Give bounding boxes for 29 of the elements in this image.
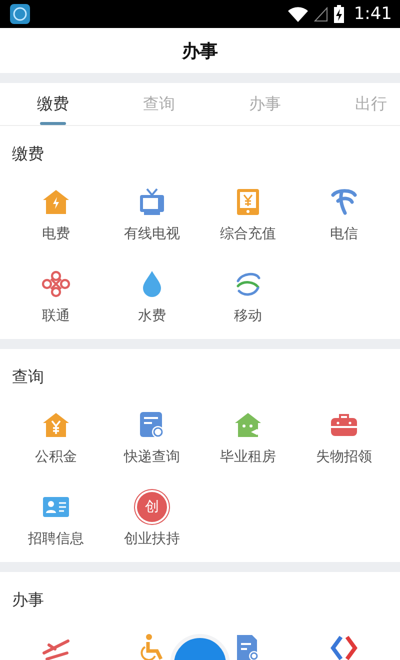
- service-label[interactable]: 招聘信息: [28, 530, 84, 548]
- section-title: 办事: [11, 590, 45, 611]
- section-title: 查询: [11, 367, 45, 388]
- app-icon: [10, 4, 30, 24]
- service-label[interactable]: 综合充值: [220, 225, 276, 243]
- service-label[interactable]: 毕业租房: [220, 448, 276, 466]
- category-tab[interactable]: 缴费: [0, 83, 106, 125]
- tv-icon[interactable]: [137, 187, 167, 217]
- house-yen-icon[interactable]: [41, 410, 71, 440]
- badge-icon[interactable]: 创: [137, 492, 167, 522]
- service-label[interactable]: 快递查询: [124, 448, 180, 466]
- house-bolt-icon[interactable]: [41, 187, 71, 217]
- service-label[interactable]: 电费: [42, 225, 70, 243]
- status-time: 1:41: [354, 4, 392, 24]
- wifi-icon: [288, 6, 308, 22]
- service-label[interactable]: 水费: [138, 307, 166, 325]
- service-label[interactable]: 有线电视: [124, 225, 180, 243]
- service-label[interactable]: 失物招领: [316, 448, 372, 466]
- service-label[interactable]: 电信: [330, 225, 358, 243]
- battery-icon: [334, 5, 344, 23]
- knot-logo-icon[interactable]: [41, 269, 71, 299]
- page-title: 办事: [182, 40, 218, 62]
- service-label[interactable]: 移动: [234, 307, 262, 325]
- service-label[interactable]: 公积金: [35, 448, 77, 466]
- chevrons-icon[interactable]: [329, 633, 359, 660]
- section-title: 缴费: [11, 144, 45, 165]
- service-label[interactable]: 联通: [42, 307, 70, 325]
- service-label[interactable]: 创业扶持: [124, 530, 180, 548]
- signal-icon: [314, 6, 328, 22]
